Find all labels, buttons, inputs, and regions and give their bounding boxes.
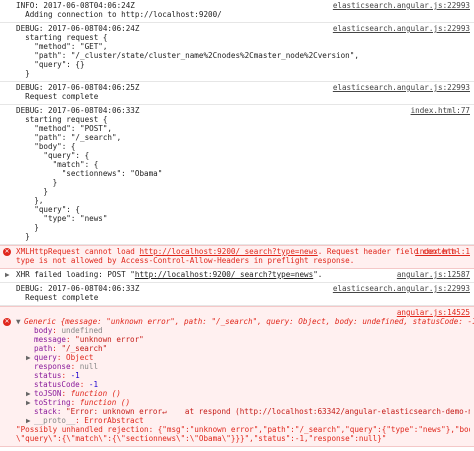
log-entry: elasticsearch.angular.js:22993 DEBUG: 201…	[0, 23, 474, 82]
log-line: "path": "/_search",	[16, 133, 122, 142]
xhr-url-link[interactable]: http://localhost:9200/_search?type=news	[135, 270, 313, 279]
source-link[interactable]: angular.js:12587	[397, 270, 470, 279]
rejection-line: \"query\":{\"match\":{\"sectionnews\":\"…	[16, 434, 387, 443]
object-property: message: "unknown error"	[34, 335, 144, 344]
expand-arrow-icon[interactable]: ▶	[26, 398, 34, 407]
object-property: path: "/_search"	[34, 344, 108, 353]
log-line: "path": "/_cluster/state/cluster_name%2C…	[16, 51, 359, 60]
source-link[interactable]: elasticsearch.angular.js:22993	[333, 83, 470, 92]
log-line: DEBUG: 2017-06-08T04:06:33Z	[16, 106, 140, 115]
object-property[interactable]: ▶ toString: function ()	[16, 398, 470, 407]
log-line: "query": {}	[16, 60, 85, 69]
source-link[interactable]: elasticsearch.angular.js:22993	[333, 24, 470, 33]
source-link[interactable]: elasticsearch.angular.js:22993	[333, 284, 470, 293]
source-link[interactable]: index.html:1	[415, 247, 470, 256]
log-line: "query": {	[16, 205, 81, 214]
error-url-link[interactable]: http://localhost:9200/_search?type=news	[139, 247, 317, 256]
log-line: XMLHttpRequest cannot load http://localh…	[16, 247, 460, 256]
xhr-entry[interactable]: ▶ angular.js:12587 XHR failed loading: POS…	[0, 269, 474, 283]
expand-arrow-icon[interactable]: ▶	[26, 353, 34, 362]
source-link[interactable]: angular.js:14525	[397, 308, 470, 317]
log-entry: elasticsearch.angular.js:22993 INFO: 2017…	[0, 0, 474, 23]
expand-arrow-icon[interactable]: ▶	[26, 416, 34, 425]
expand-arrow-icon[interactable]: ▶	[5, 270, 10, 279]
log-line: starting request {	[16, 33, 108, 42]
error-icon: ✕	[3, 318, 11, 326]
log-line: }	[16, 69, 30, 78]
source-link[interactable]: index.html:77	[411, 106, 470, 115]
log-line: }	[16, 178, 58, 187]
stack-property: stack: "Error: unknown error↵ at respond…	[34, 407, 470, 416]
object-property: status: -1	[34, 371, 80, 380]
log-line: type is not allowed by Access-Control-Al…	[16, 256, 355, 265]
log-line: Request complete	[16, 92, 99, 101]
object-property: statusCode: -1	[34, 380, 99, 389]
object-property[interactable]: ▶ query: Object	[16, 353, 470, 362]
log-line: Request complete	[16, 293, 99, 302]
log-entry: elasticsearch.angular.js:22993 DEBUG: 201…	[0, 283, 474, 306]
log-line: "method": "GET",	[16, 42, 108, 51]
object-property: response: null	[34, 362, 99, 371]
log-line: "match": {	[16, 160, 99, 169]
error-object-entry: ✕ angular.js:14525 ▼ Generic {message: "un…	[0, 306, 474, 447]
devtools-console: elasticsearch.angular.js:22993 INFO: 2017…	[0, 0, 474, 447]
source-link[interactable]: elasticsearch.angular.js:22993	[333, 1, 470, 10]
error-entry: ✕ index.html:1 XMLHttpRequest cannot load …	[0, 245, 474, 269]
log-line: }	[16, 232, 30, 241]
object-summary[interactable]: ▼ Generic {message: "unknown error", path…	[16, 317, 474, 326]
log-entry: index.html:77 DEBUG: 2017-06-08T04:06:33Z…	[0, 105, 474, 245]
log-line: }	[16, 187, 49, 196]
log-line: },	[16, 196, 44, 205]
log-line: "body": {	[16, 142, 76, 151]
log-entry: elasticsearch.angular.js:22993 DEBUG: 201…	[0, 82, 474, 105]
object-property: body: undefined	[34, 326, 103, 335]
log-line: "query": {	[16, 151, 90, 160]
expand-arrow-icon[interactable]: ▶	[26, 389, 34, 398]
proto-property[interactable]: ▶ __proto__: ErrorAbstract	[16, 416, 470, 425]
log-line: Adding connection to http://localhost:92…	[16, 10, 222, 19]
log-line: "type": "news"	[16, 214, 108, 223]
object-property[interactable]: ▶ toJSON: function ()	[16, 389, 470, 398]
log-line: starting request {	[16, 115, 108, 124]
log-line: "method": "POST",	[16, 124, 113, 133]
collapse-arrow-icon[interactable]: ▼	[16, 317, 24, 326]
rejection-line: "Possibly unhandled rejection: {"msg":"u…	[16, 425, 470, 434]
log-line: "sectionnews": "Obama"	[16, 169, 163, 178]
error-icon: ✕	[3, 248, 11, 256]
log-line: }	[16, 223, 39, 232]
